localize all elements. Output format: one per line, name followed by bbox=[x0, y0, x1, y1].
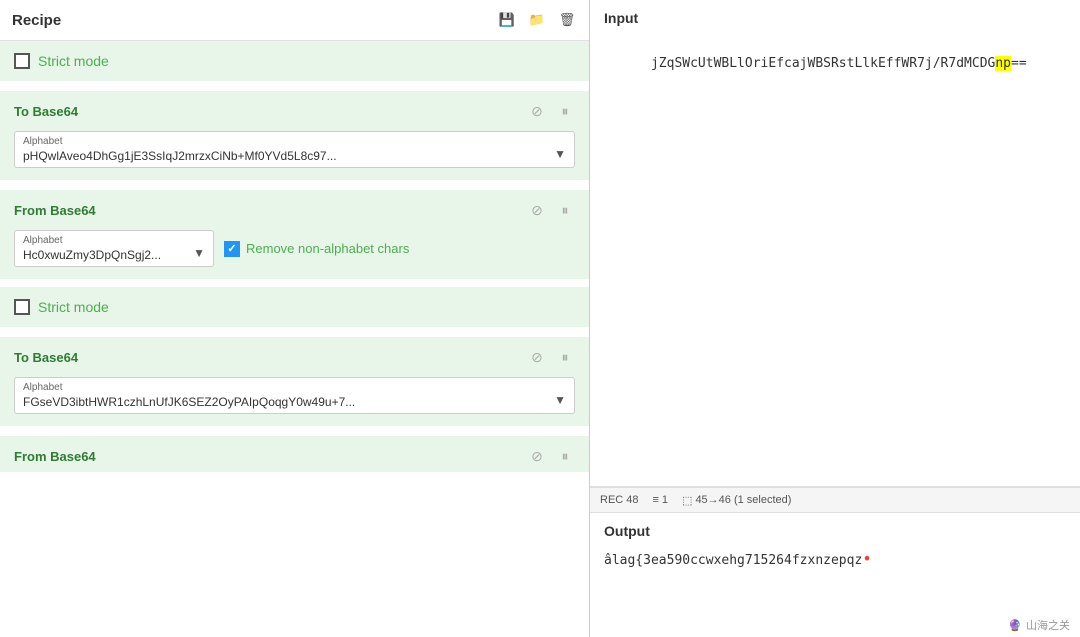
divider-1 bbox=[0, 81, 589, 89]
strict-mode-top-row: Strict mode bbox=[0, 41, 589, 81]
status-selection: ⬚ 45→46 (1 selected) bbox=[682, 494, 791, 507]
recipe-title: Recipe bbox=[12, 12, 61, 29]
remove-nonalpha-option[interactable]: Remove non-alphabet chars bbox=[224, 241, 409, 257]
from-base64-top-block: From Base64 ⊘ ⏸ Alphabet Hc0xwuZmy3DpQnS… bbox=[0, 190, 589, 279]
dropdown-arrow-to64-top: ▼ bbox=[554, 147, 566, 161]
status-lines-value: 1 bbox=[662, 494, 668, 506]
input-section: Input jZqSWcUtWBLlOriEfcajWBSRstLlkEffWR… bbox=[590, 0, 1080, 487]
status-selection-value: 45→46 (1 selected) bbox=[695, 494, 791, 506]
alphabet-dropdown-from64-top[interactable]: Alphabet Hc0xwuZmy3DpQnSgj2... ▼ bbox=[14, 230, 214, 267]
output-text-content: âlag{3ea590ccwxehg715264fzxnzepqz bbox=[604, 553, 862, 568]
status-lines-icon: ≡ bbox=[652, 494, 658, 506]
dropdown-arrow-from64-top: ▼ bbox=[193, 246, 205, 260]
from-base64-bottom-title: From Base64 bbox=[14, 449, 96, 464]
status-bar: REC 48 ≡ 1 ⬚ 45→46 (1 selected) bbox=[590, 487, 1080, 513]
watermark: 🔮 山海之关 bbox=[590, 613, 1080, 637]
input-text-after: == bbox=[1011, 56, 1027, 71]
divider-4 bbox=[0, 327, 589, 335]
from-base64-top-options: Alphabet Hc0xwuZmy3DpQnSgj2... ▼ Remove … bbox=[14, 230, 575, 267]
alphabet-dropdown-to64-top[interactable]: Alphabet pHQwlAveo4DhGg1jE3SsIqJ2mrzxCiN… bbox=[14, 131, 575, 168]
alphabet-label-to64-top: Alphabet bbox=[23, 136, 566, 147]
to-base64-top-block: To Base64 ⊘ ⏸ Alphabet pHQwlAveo4DhGg1jE… bbox=[0, 91, 589, 180]
disable-icon-from64-top[interactable]: ⊘ bbox=[527, 200, 547, 220]
from-base64-top-header: From Base64 ⊘ ⏸ bbox=[0, 190, 589, 226]
folder-icon[interactable]: 📁 bbox=[527, 10, 547, 30]
to-base64-bottom-title: To Base64 bbox=[14, 350, 78, 365]
input-text[interactable]: jZqSWcUtWBLlOriEfcajWBSRstLlkEffWR7j/R7d… bbox=[604, 34, 1066, 476]
right-panel: Input jZqSWcUtWBLlOriEfcajWBSRstLlkEffWR… bbox=[590, 0, 1080, 637]
left-panel: Recipe 💾 📁 🗑 Strict mode To Base64 ⊘ ⏸ bbox=[0, 0, 590, 637]
recipe-header: Recipe 💾 📁 🗑 bbox=[0, 0, 589, 41]
recipe-toolbar: 💾 📁 🗑 bbox=[497, 10, 577, 30]
watermark-text: 山海之关 bbox=[1026, 617, 1070, 633]
strict-mode-bottom-row: Strict mode bbox=[0, 287, 589, 327]
output-text: âlag{3ea590ccwxehg715264fzxnzepqz• bbox=[604, 547, 1066, 603]
divider-3 bbox=[0, 279, 589, 287]
alphabet-value-from64-top: Hc0xwuZmy3DpQnSgj2... bbox=[23, 248, 205, 262]
strict-mode-bottom-label: Strict mode bbox=[38, 299, 109, 315]
from-base64-bottom-block: From Base64 ⊘ ⏸ bbox=[0, 436, 589, 472]
to-base64-bottom-block: To Base64 ⊘ ⏸ Alphabet FGseVD3ibtHWR1czh… bbox=[0, 337, 589, 426]
status-rec-value: 48 bbox=[626, 494, 638, 506]
alphabet-value-to64-top: pHQwlAveo4DhGg1jE3SsIqJ2mrzxCiNb+Mf0YVd5… bbox=[23, 149, 566, 163]
dropdown-arrow-to64-bottom: ▼ bbox=[554, 393, 566, 407]
from-base64-top-actions: ⊘ ⏸ bbox=[527, 200, 575, 220]
output-section: Output âlag{3ea590ccwxehg715264fzxnzepqz… bbox=[590, 513, 1080, 613]
alphabet-value-to64-bottom: FGseVD3ibtHWR1czhLnUfJK6SEZ2OyPAIpQoqgY0… bbox=[23, 395, 566, 409]
watermark-icon: 🔮 bbox=[1008, 619, 1022, 632]
input-text-highlighted: np bbox=[995, 56, 1011, 71]
from-base64-bottom-actions: ⊘ ⏸ bbox=[527, 446, 575, 466]
alphabet-label-from64-top: Alphabet bbox=[23, 235, 205, 246]
pause-icon-from64-top[interactable]: ⏸ bbox=[555, 200, 575, 220]
disable-icon-from64-bottom[interactable]: ⊘ bbox=[527, 446, 547, 466]
status-selection-icon: ⬚ bbox=[682, 494, 692, 507]
disable-icon-to64-top[interactable]: ⊘ bbox=[527, 101, 547, 121]
output-label: Output bbox=[604, 523, 1066, 539]
pause-icon-from64-bottom[interactable]: ⏸ bbox=[555, 446, 575, 466]
from-base64-top-title: From Base64 bbox=[14, 203, 96, 218]
input-label: Input bbox=[604, 10, 1066, 26]
to-base64-top-header: To Base64 ⊘ ⏸ bbox=[0, 91, 589, 127]
to-base64-bottom-header: To Base64 ⊘ ⏸ bbox=[0, 337, 589, 373]
pause-icon-to64-bottom[interactable]: ⏸ bbox=[555, 347, 575, 367]
status-lines: ≡ 1 bbox=[652, 494, 668, 506]
alphabet-dropdown-to64-bottom[interactable]: Alphabet FGseVD3ibtHWR1czhLnUfJK6SEZ2OyP… bbox=[14, 377, 575, 414]
from-base64-bottom-header: From Base64 ⊘ ⏸ bbox=[0, 436, 589, 472]
alphabet-label-to64-bottom: Alphabet bbox=[23, 382, 566, 393]
output-dot: • bbox=[862, 549, 872, 568]
strict-mode-top-checkbox[interactable] bbox=[14, 53, 30, 69]
disable-icon-to64-bottom[interactable]: ⊘ bbox=[527, 347, 547, 367]
to-base64-top-actions: ⊘ ⏸ bbox=[527, 101, 575, 121]
status-rec: REC 48 bbox=[600, 494, 638, 506]
divider-2 bbox=[0, 180, 589, 188]
remove-nonalpha-checkbox[interactable] bbox=[224, 241, 240, 257]
pause-icon-to64-top[interactable]: ⏸ bbox=[555, 101, 575, 121]
status-rec-label: REC bbox=[600, 494, 623, 506]
to-base64-top-title: To Base64 bbox=[14, 104, 78, 119]
input-text-before: jZqSWcUtWBLlOriEfcajWBSRstLlkEffWR7j/R7d… bbox=[651, 56, 995, 71]
to-base64-bottom-actions: ⊘ ⏸ bbox=[527, 347, 575, 367]
trash-icon[interactable]: 🗑 bbox=[557, 10, 577, 30]
save-icon[interactable]: 💾 bbox=[497, 10, 517, 30]
strict-mode-top-label: Strict mode bbox=[38, 53, 109, 69]
remove-nonalpha-label: Remove non-alphabet chars bbox=[246, 241, 409, 256]
divider-5 bbox=[0, 426, 589, 434]
strict-mode-bottom-checkbox[interactable] bbox=[14, 299, 30, 315]
